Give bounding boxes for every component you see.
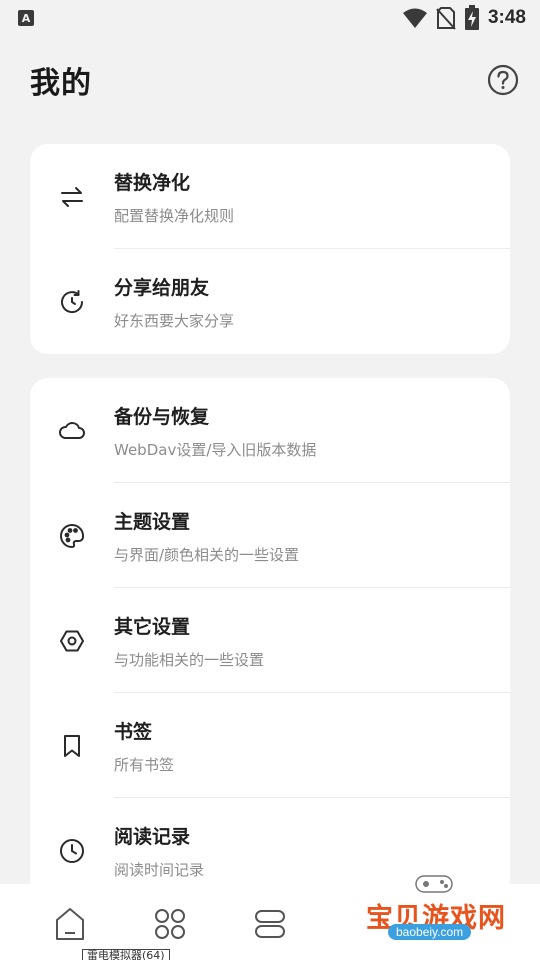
home-icon [56,908,84,940]
cloud-icon [57,416,87,446]
nav-home[interactable] [50,904,90,944]
share-rotate-icon [57,287,87,317]
wifi-icon [402,7,428,29]
help-button[interactable] [486,63,520,97]
no-sim-icon [436,6,456,30]
notification-icon: A [18,10,34,26]
menu-item-subtitle: 与界面/颜色相关的一些设置 [114,545,300,564]
menu-item-title: 备份与恢复 [114,405,210,428]
help-circle-icon [487,64,519,96]
palette-icon [57,521,87,551]
status-bar: A 3:48 [0,0,540,36]
menu-item-subtitle: 好东西要大家分享 [114,311,235,330]
menu-item-subtitle: WebDav设置/导入旧版本数据 [114,440,317,459]
menu-item-theme-settings[interactable]: 主题设置 与界面/颜色相关的一些设置 [30,483,510,588]
discover-icon [155,909,185,939]
menu-item-subtitle: 所有书签 [114,755,175,774]
watermark-domain: baobeiy.com [388,924,472,940]
menu-item-subtitle: 与功能相关的一些设置 [114,650,265,669]
menu-item-title: 主题设置 [114,510,191,533]
menu-item-backup-restore[interactable]: 备份与恢复 WebDav设置/导入旧版本数据 [30,378,510,483]
nav-discover[interactable] [150,904,190,944]
watermark: 宝贝游戏网 baobeiy.com [360,866,520,946]
settings-card-secondary: 备份与恢复 WebDav设置/导入旧版本数据 主题设置 与界面/颜色相关的一些设… [30,378,510,898]
menu-item-title: 阅读记录 [114,825,191,848]
menu-item-title: 其它设置 [114,615,191,638]
swap-arrows-icon [57,182,87,212]
page-title: 我的 [30,66,92,101]
menu-item-subtitle: 配置替换净化规则 [114,206,235,225]
menu-item-title: 书签 [114,720,153,743]
layers-icon [255,910,285,938]
menu-item-bookmarks[interactable]: 书签 所有书签 [30,693,510,798]
emulator-tag: 雷电模拟器(64) [82,949,170,960]
settings-card-primary: 替换净化 配置替换净化规则 分享给朋友 好东西要大家分享 [30,144,510,354]
gamepad-icon [415,875,453,893]
bookmark-icon [57,731,87,761]
menu-item-share[interactable]: 分享给朋友 好东西要大家分享 [30,249,510,354]
clock-icon [57,836,87,866]
menu-item-subtitle: 阅读时间记录 [114,860,205,879]
menu-item-replace-purify[interactable]: 替换净化 配置替换净化规则 [30,144,510,249]
menu-item-title: 替换净化 [114,171,191,194]
menu-item-title: 分享给朋友 [114,276,210,299]
status-time: 3:48 [487,7,526,28]
nav-layers[interactable] [250,904,290,944]
menu-item-other-settings[interactable]: 其它设置 与功能相关的一些设置 [30,588,510,693]
hexagon-settings-icon [57,626,87,656]
page-header: 我的 [0,52,540,108]
battery-charging-icon [464,5,480,31]
